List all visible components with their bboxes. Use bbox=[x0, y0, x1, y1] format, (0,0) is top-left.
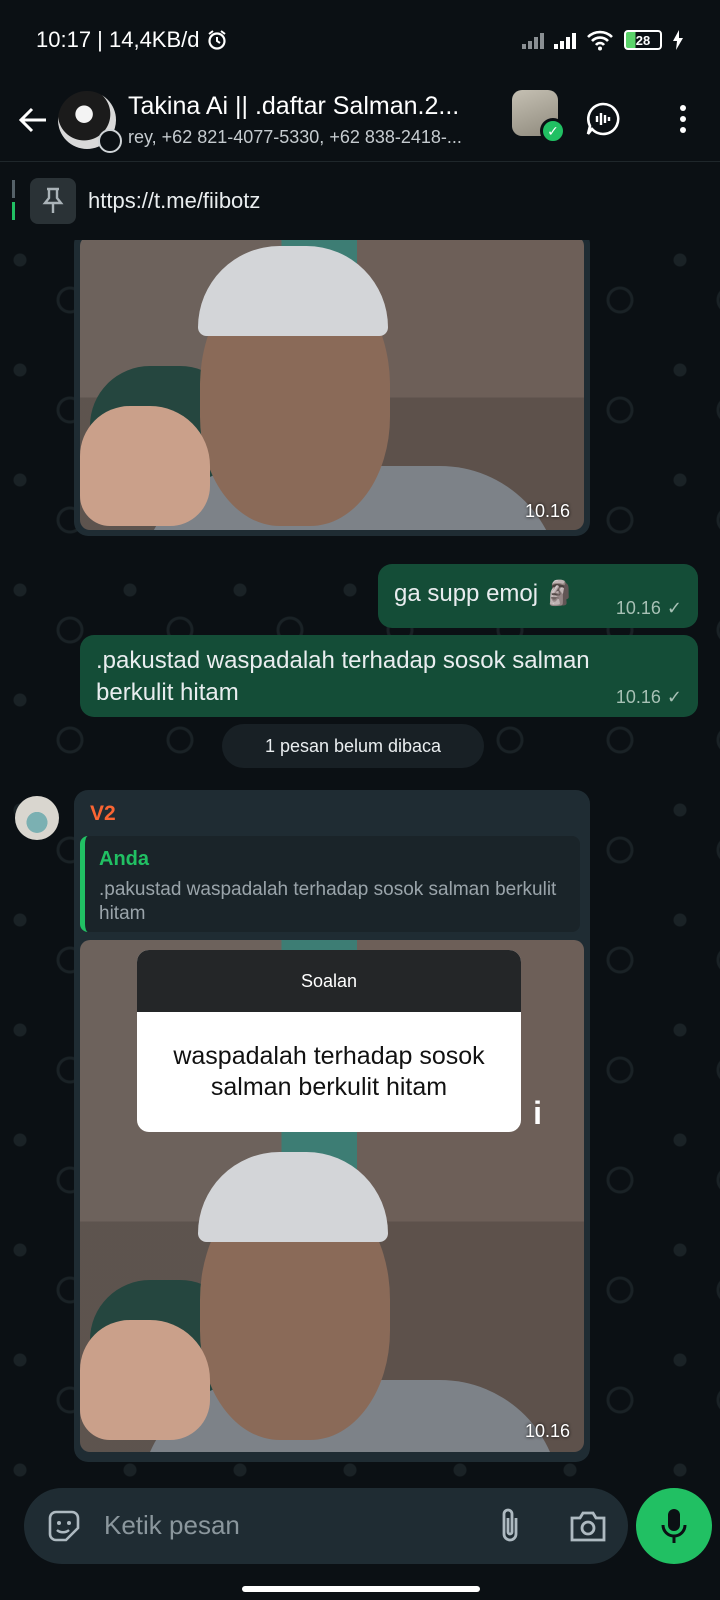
message-meta: 10.16 ✓ bbox=[616, 598, 682, 619]
status-bar: 10:17 | 14,4KB/d 28 bbox=[0, 0, 720, 80]
unread-divider: 1 pesan belum dibaca bbox=[222, 724, 484, 768]
sent-check-icon: ✓ bbox=[666, 687, 682, 707]
info-mark: i bbox=[533, 1095, 542, 1131]
message-text: .pakustad waspadalah terhadap sosok salm… bbox=[96, 647, 590, 706]
message-composer[interactable]: Ketik pesan bbox=[24, 1488, 628, 1564]
question-card-text: waspadalah terhadap sosok salman berkuli… bbox=[173, 1042, 485, 1101]
battery-icon: 28 bbox=[624, 30, 662, 50]
pinned-text: https://t.me/fiibotz bbox=[88, 188, 261, 213]
chat-header: Takina Ai || .daftar Salman.2... rey, +6… bbox=[0, 80, 720, 160]
chat-area[interactable]: 10.16 ga supp emoj 🗿 10.16 ✓ .pakustad w… bbox=[0, 240, 720, 1480]
checkmark-icon: ✓ bbox=[540, 118, 566, 144]
message-input[interactable]: Ketik pesan bbox=[104, 1510, 240, 1541]
question-card-header: Soalan bbox=[137, 950, 521, 1012]
chat-title: Takina Ai || .daftar Salman.2... bbox=[128, 92, 460, 120]
attach-icon[interactable] bbox=[492, 1506, 528, 1546]
message-text: ga supp emoj 🗿 bbox=[394, 580, 575, 607]
message-time: 10.16 bbox=[524, 1421, 570, 1441]
camera-icon[interactable] bbox=[568, 1508, 608, 1544]
group-avatar[interactable] bbox=[58, 91, 122, 153]
outgoing-message[interactable]: .pakustad waspadalah terhadap sosok salm… bbox=[80, 635, 698, 717]
pinned-message-bar[interactable]: https://t.me/fiibotz bbox=[0, 161, 720, 239]
voice-record-button[interactable] bbox=[636, 1488, 712, 1564]
photo-hand bbox=[80, 1320, 210, 1440]
pin-icon bbox=[42, 187, 64, 213]
more-vert-icon bbox=[680, 105, 686, 133]
pinned-indicator bbox=[12, 180, 16, 222]
alarm-icon bbox=[207, 30, 226, 50]
quoted-author: Anda bbox=[99, 848, 149, 870]
sender-avatar[interactable] bbox=[15, 796, 59, 840]
outgoing-message[interactable]: ga supp emoj 🗿 10.16 ✓ bbox=[378, 564, 698, 628]
status-time: 10:17 | 14,4KB/d bbox=[36, 27, 200, 52]
photo-cap bbox=[198, 246, 388, 336]
image-photo[interactable]: 10.16 bbox=[80, 240, 584, 530]
back-button[interactable] bbox=[8, 95, 58, 145]
reply-image[interactable]: Soalan waspadalah terhadap sosok salman … bbox=[80, 940, 584, 1452]
question-card: Soalan waspadalah terhadap sosok salman … bbox=[137, 950, 521, 1132]
back-arrow-icon bbox=[18, 107, 46, 133]
status-left: 10:17 | 14,4KB/d bbox=[36, 27, 228, 53]
voice-chat-icon bbox=[586, 102, 620, 136]
quoted-message[interactable]: Anda .pakustad waspadalah terhadap sosok… bbox=[80, 836, 580, 932]
header-info[interactable]: Takina Ai || .daftar Salman.2... rey, +6… bbox=[128, 92, 508, 148]
community-badge-icon bbox=[98, 129, 122, 153]
chat-participants: rey, +62 821-4077-5330, +62 838-2418-... bbox=[128, 127, 462, 147]
emoji-icon[interactable] bbox=[46, 1508, 82, 1544]
status-avatar[interactable]: ✓ bbox=[512, 90, 566, 144]
mic-icon bbox=[661, 1509, 687, 1543]
signal-icon-sim2 bbox=[522, 31, 544, 49]
status-right: 28 bbox=[522, 29, 684, 51]
message-meta: 10.16 ✓ bbox=[616, 687, 682, 708]
signal-icon bbox=[554, 31, 576, 49]
photo-cap bbox=[198, 1152, 388, 1242]
battery-level: 28 bbox=[635, 32, 651, 48]
charging-icon bbox=[673, 30, 683, 50]
message-time: 10.16 bbox=[524, 501, 570, 521]
sender-name[interactable]: V2 bbox=[90, 802, 116, 826]
pin-icon-box bbox=[30, 178, 76, 224]
voice-chat-button[interactable] bbox=[578, 94, 628, 144]
message-time: 10.16 bbox=[615, 598, 661, 618]
gesture-nav-bar[interactable] bbox=[242, 1586, 480, 1592]
more-options-button[interactable] bbox=[658, 94, 708, 144]
photo-hand bbox=[80, 406, 210, 526]
quoted-text: .pakustad waspadalah terhadap sosok salm… bbox=[99, 879, 557, 924]
message-time: 10.16 bbox=[615, 687, 661, 707]
wifi-icon bbox=[587, 30, 613, 51]
image-message[interactable]: 10.16 bbox=[74, 240, 590, 536]
sent-check-icon: ✓ bbox=[666, 598, 682, 618]
